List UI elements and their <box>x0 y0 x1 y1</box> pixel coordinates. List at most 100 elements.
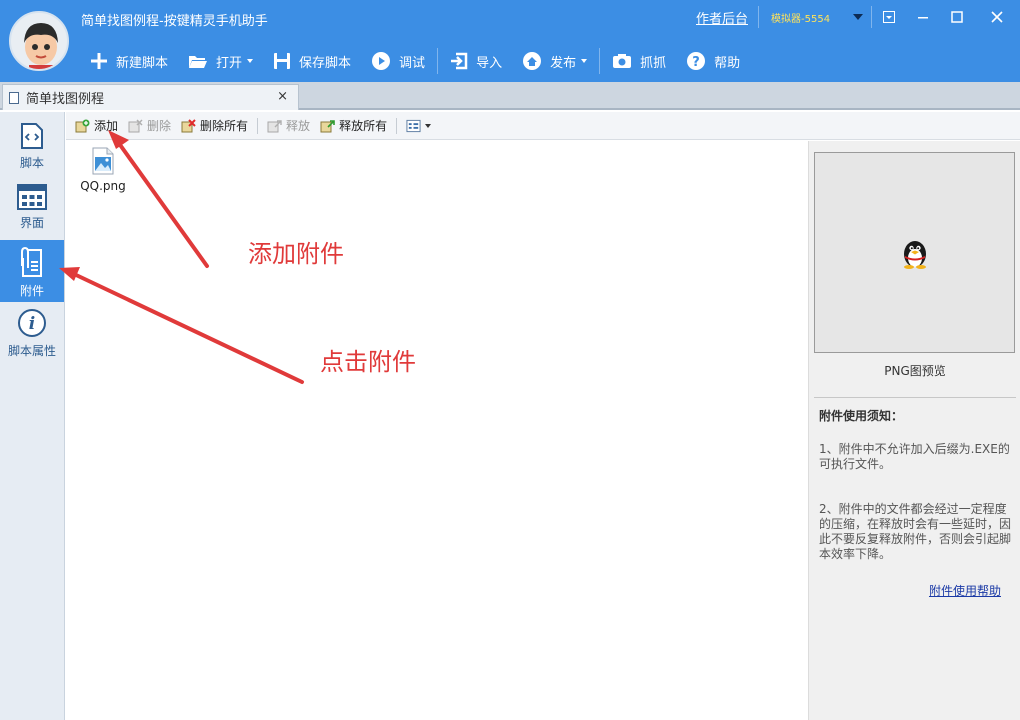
folder-icon <box>189 56 208 68</box>
camera-icon <box>613 54 632 68</box>
title-bar: 简单找图例程-按键精灵手机助手 作者后台 模拟器-5554 新建脚本 打开 保存… <box>0 0 1020 82</box>
menu-button[interactable] <box>872 0 906 34</box>
release-all-icon <box>320 119 335 132</box>
release-all-button[interactable]: 释放所有 <box>315 114 392 138</box>
save-script-button[interactable]: 保存脚本 <box>263 44 361 78</box>
user-avatar[interactable] <box>9 11 69 71</box>
nav-item-script[interactable]: 脚本 <box>0 116 64 178</box>
layout-grid-icon <box>17 184 47 210</box>
add-attachment-button[interactable]: 添加 <box>70 114 123 138</box>
capture-label: 抓抓 <box>640 55 667 71</box>
delete-label: 删除 <box>147 119 172 133</box>
delete-file-icon <box>128 118 143 132</box>
annotation-click-attachment: 点击附件 <box>320 348 416 376</box>
plus-icon <box>91 53 107 69</box>
attachment-icon <box>21 246 42 277</box>
help-label: 帮助 <box>714 55 741 71</box>
help-circle-icon: ? <box>687 52 706 70</box>
import-button[interactable]: 导入 <box>440 44 512 78</box>
file-name: QQ.png <box>80 179 126 193</box>
import-icon <box>451 52 468 70</box>
delete-all-icon <box>181 118 196 132</box>
minimize-icon <box>918 17 928 19</box>
capture-button[interactable]: 抓抓 <box>602 44 676 78</box>
image-file-icon <box>92 147 114 175</box>
help-button[interactable]: ? 帮助 <box>676 44 750 78</box>
annotation-add-attachment: 添加附件 <box>248 240 344 268</box>
debug-button[interactable]: 调试 <box>361 44 435 78</box>
debug-label: 调试 <box>399 55 426 71</box>
code-file-icon <box>21 123 43 149</box>
info-icon: i <box>18 309 46 337</box>
preview-label: PNG图预览 <box>884 364 946 378</box>
tab-title: 简单找图例程 <box>26 92 105 107</box>
close-icon <box>991 11 1003 23</box>
add-label: 添加 <box>94 119 119 133</box>
release-icon <box>267 119 282 132</box>
nav-item-script-properties[interactable]: i 脚本属性 <box>0 302 64 364</box>
emulator-select-value: 模拟器-5554 <box>771 13 831 25</box>
new-script-label: 新建脚本 <box>116 55 169 71</box>
nav-item-interface[interactable]: 界面 <box>0 178 64 240</box>
divider <box>437 48 439 74</box>
new-script-button[interactable]: 新建脚本 <box>80 44 178 78</box>
add-file-icon <box>75 119 90 132</box>
chevron-down-icon <box>247 59 254 63</box>
svg-text:i: i <box>29 314 35 334</box>
save-disk-icon <box>274 53 291 69</box>
left-nav: 脚本 界面 附件 i 脚本属性 <box>0 112 65 720</box>
image-preview <box>814 152 1015 353</box>
delete-all-button[interactable]: 删除所有 <box>176 114 253 138</box>
delete-all-label: 删除所有 <box>200 119 249 133</box>
nav-item-label: 界面 <box>19 216 44 230</box>
divider <box>599 48 601 74</box>
release-all-label: 释放所有 <box>339 119 388 133</box>
attachment-file-list[interactable]: QQ.png <box>66 141 808 720</box>
penguin-icon <box>904 241 926 269</box>
play-circle-icon <box>372 52 391 70</box>
minimize-button[interactable] <box>906 0 940 34</box>
cartoon-avatar-icon <box>24 23 58 69</box>
divider <box>814 397 1016 398</box>
open-button[interactable]: 打开 <box>178 44 263 78</box>
view-list-icon <box>406 119 421 132</box>
maximize-icon <box>951 11 963 23</box>
tab-close-icon[interactable]: × <box>277 89 288 104</box>
divider <box>257 117 259 134</box>
attachment-help-link[interactable]: 附件使用帮助 <box>929 582 1001 599</box>
publish-label: 发布 <box>550 55 577 71</box>
author-backend-link[interactable]: 作者后台 <box>696 8 748 27</box>
nav-item-attachment[interactable]: 附件 <box>0 240 64 302</box>
import-label: 导入 <box>476 55 503 71</box>
dropdown-box-icon <box>883 11 895 23</box>
notice-text-1: 1、附件中不允许加入后缀为.EXE的可执行文件。 <box>819 442 1010 471</box>
maximize-button[interactable] <box>940 0 974 34</box>
document-icon <box>9 91 19 104</box>
tab-script[interactable]: 简单找图例程 × <box>2 84 299 110</box>
app-title: 简单找图例程-按键精灵手机助手 <box>81 14 268 29</box>
file-item[interactable]: QQ.png <box>78 147 128 193</box>
delete-attachment-button[interactable]: 删除 <box>123 114 176 138</box>
nav-item-label: 脚本 <box>19 156 44 170</box>
publish-button[interactable]: 发布 <box>512 44 597 78</box>
notice-title: 附件使用须知： <box>819 409 904 423</box>
view-mode-button[interactable] <box>401 114 436 138</box>
publish-home-icon <box>523 52 542 70</box>
preview-panel: PNG图预览 附件使用须知： 1、附件中不允许加入后缀为.EXE的可执行文件。 … <box>808 141 1020 720</box>
save-script-label: 保存脚本 <box>299 55 352 71</box>
notice-text-2: 2、附件中的文件都会经过一定程度的压缩，在释放时会有一些延时，因此不要反复释放附… <box>819 502 1012 561</box>
close-button[interactable] <box>974 0 1020 34</box>
chevron-down-icon <box>581 59 588 63</box>
release-button[interactable]: 释放 <box>262 114 315 138</box>
nav-item-label: 附件 <box>19 284 44 298</box>
attachment-toolbar: 添加 删除 删除所有 释放 释放所有 <box>66 112 1020 140</box>
chevron-down-icon <box>425 123 432 128</box>
chevron-down-icon <box>853 14 863 20</box>
main-toolbar: 新建脚本 打开 保存脚本 调试 导入 发布 抓抓 ? 帮助 <box>80 44 750 78</box>
svg-text:?: ? <box>692 55 700 70</box>
emulator-select[interactable]: 模拟器-5554 <box>759 4 871 30</box>
divider <box>396 117 398 134</box>
release-label: 释放 <box>286 119 311 133</box>
open-label: 打开 <box>216 55 243 71</box>
nav-item-label: 脚本属性 <box>7 344 56 358</box>
